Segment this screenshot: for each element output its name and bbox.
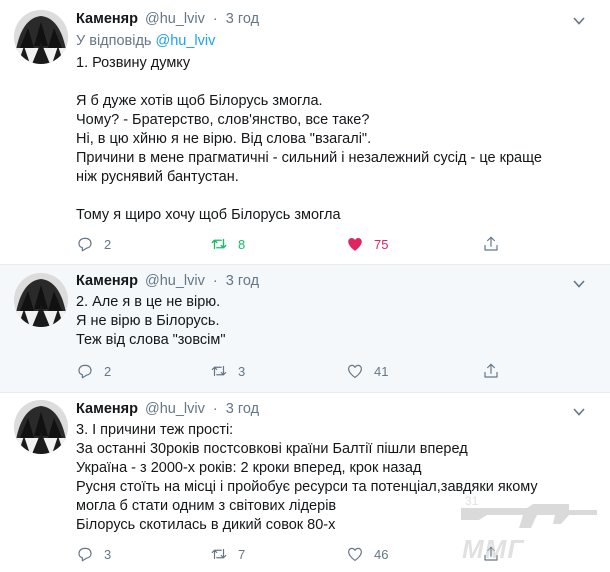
like-count: 41: [374, 363, 389, 379]
text-line: 2. Але я в це не вірю.: [76, 294, 221, 310]
share-button[interactable]: [482, 361, 510, 381]
text-line: Тому я щиро хочу щоб Білорусь змогла: [76, 207, 341, 223]
heart-icon: [348, 547, 362, 561]
timestamp[interactable]: 3 год: [226, 401, 259, 417]
avatar[interactable]: [14, 10, 68, 64]
author-handle[interactable]: @hu_lviv: [145, 11, 205, 27]
tweet-2[interactable]: Каменяр @hu_lviv · 3 год 2. Але я в це н…: [0, 265, 610, 393]
rifle-icon: [461, 504, 597, 528]
share-icon: [484, 363, 498, 378]
retweet-button[interactable]: 8: [210, 234, 245, 254]
reply-button[interactable]: 3: [76, 544, 111, 564]
author-handle[interactable]: @hu_lviv: [145, 273, 205, 289]
text-line: 1. Розвину думку: [76, 55, 191, 71]
tweet-1[interactable]: Каменяр @hu_lviv · 3 год У відповідь @hu…: [0, 0, 610, 265]
heart-icon: [348, 238, 362, 251]
text-line: Чому? - Братерство, слов'янство, все так…: [76, 112, 370, 128]
reply-icon: [78, 364, 92, 379]
separator: ·: [212, 273, 218, 289]
tweet-actions: 2 3 41: [76, 361, 516, 381]
retweet-count: 7: [238, 546, 246, 562]
reply-count: 2: [104, 236, 112, 252]
chevron-down-icon[interactable]: [572, 277, 586, 291]
tweet-text: 2. Але я в це не вірю. Я не вірю в Білор…: [76, 293, 576, 350]
heart-icon: [348, 364, 362, 378]
text-line: Ні, в цю хйню я не вірю. Від слова "взаг…: [76, 131, 372, 147]
retweet-count: 3: [238, 363, 246, 379]
text-line: Я б дуже хотів щоб Білорусь змогла.: [76, 93, 323, 109]
timestamp[interactable]: 3 год: [226, 273, 259, 289]
reply-button[interactable]: 2: [76, 234, 111, 254]
like-count: 46: [374, 546, 389, 562]
like-button[interactable]: 75: [346, 234, 388, 254]
separator: ·: [212, 11, 218, 27]
author-name[interactable]: Каменяр: [76, 11, 138, 27]
tweet-header: Каменяр @hu_lviv · 3 год: [76, 11, 259, 31]
retweet-button[interactable]: 3: [210, 361, 245, 381]
reply-prefix: У відповідь: [76, 33, 152, 49]
watermark: 31 ММГ: [457, 490, 607, 568]
reply-icon: [78, 547, 92, 562]
timestamp[interactable]: 3 год: [226, 11, 259, 27]
reply-context: У відповідь @hu_lviv: [76, 33, 215, 49]
text-line: За останні 30років постсовкові країни Ба…: [76, 441, 468, 457]
reply-button[interactable]: 2: [76, 361, 111, 381]
text-line: 3. І причини теж прості:: [76, 422, 234, 438]
text-line: Я не вірю в Білорусь.: [76, 313, 220, 329]
tweet-actions: 2 8 75: [76, 234, 516, 254]
retweet-button[interactable]: 7: [210, 544, 245, 564]
retweet-icon: [211, 365, 227, 377]
reply-icon: [78, 237, 92, 252]
watermark-text: ММГ: [462, 534, 525, 564]
avatar[interactable]: [14, 273, 68, 327]
share-button[interactable]: [482, 234, 510, 254]
reply-count: 3: [104, 546, 112, 562]
author-handle[interactable]: @hu_lviv: [145, 401, 205, 417]
like-count: 75: [374, 236, 389, 252]
tweet-text: 1. Розвину думку Я б дуже хотів щоб Біло…: [76, 54, 576, 225]
text-line: Причини в мене прагматичні - сильний і н…: [76, 150, 542, 166]
watermark-number: 31: [465, 494, 479, 508]
retweet-icon: [211, 548, 227, 560]
author-name[interactable]: Каменяр: [76, 273, 138, 289]
tweet-header: Каменяр @hu_lviv · 3 год: [76, 273, 259, 293]
author-name[interactable]: Каменяр: [76, 401, 138, 417]
separator: ·: [212, 401, 218, 417]
text-line: Україна - з 2000-х років: 2 кроки вперед…: [76, 460, 422, 476]
text-line: ніж руснявий бантустан.: [76, 169, 239, 185]
like-button[interactable]: 41: [346, 361, 388, 381]
tweet-header: Каменяр @hu_lviv · 3 год: [76, 401, 259, 421]
chevron-down-icon[interactable]: [572, 14, 586, 28]
reply-mention-link[interactable]: @hu_lviv: [156, 33, 216, 49]
like-button[interactable]: 46: [346, 544, 388, 564]
tweet-actions: 3 7 46: [76, 544, 516, 564]
chevron-down-icon[interactable]: [572, 405, 586, 419]
share-icon: [484, 236, 498, 251]
retweet-count: 8: [238, 236, 246, 252]
retweet-icon: [211, 238, 227, 250]
text-line: Теж від слова "зовсім": [76, 332, 226, 348]
avatar[interactable]: [14, 400, 68, 454]
reply-count: 2: [104, 363, 112, 379]
